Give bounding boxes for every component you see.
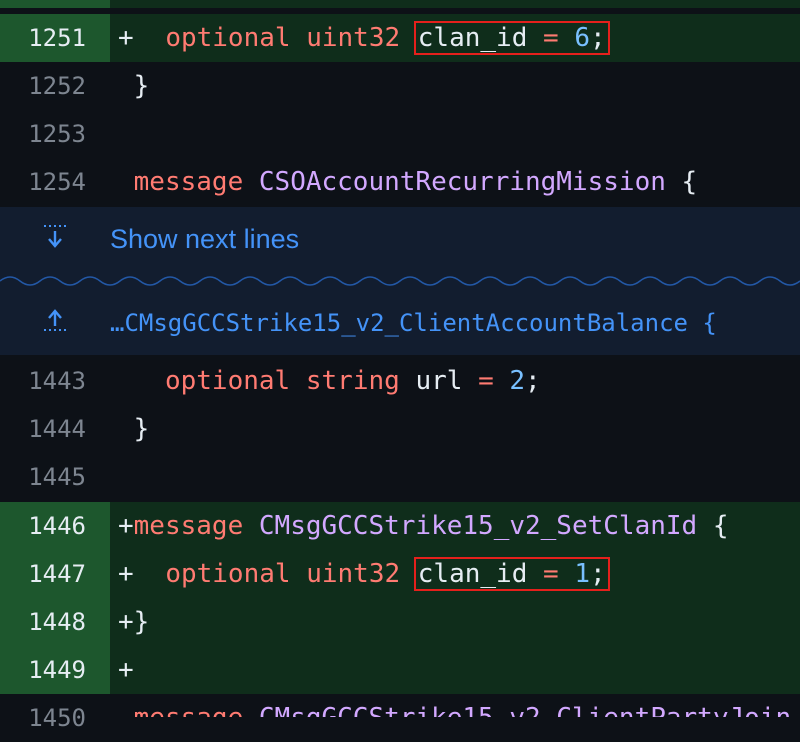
field-number: 1 <box>574 559 590 589</box>
added-marker: + <box>118 655 134 685</box>
line-code: +} <box>110 598 800 646</box>
message-name: CMsgGCCStrike15_v2_SetClanId <box>258 511 698 541</box>
line-code <box>110 453 800 501</box>
semicolon: ; <box>525 366 541 396</box>
expand-up-icon[interactable] <box>0 306 110 340</box>
diff-line-1254[interactable]: 1254 message CSOAccountRecurringMission … <box>0 158 800 206</box>
line-code: optional string url = 2; <box>110 357 800 405</box>
expand-down-icon[interactable] <box>0 222 110 256</box>
diff-line-partial-top <box>0 0 800 8</box>
added-marker: + <box>118 559 134 589</box>
line-code: +message CMsgGCCStrike15_v2_SetClanId { <box>110 502 800 550</box>
operator: = <box>543 23 559 53</box>
line-code: message CMsgGCCStrike15_v2_ClientPartyJo… <box>110 694 800 717</box>
field-number: 6 <box>574 23 590 53</box>
line-number[interactable]: 1446 <box>0 502 110 550</box>
line-number[interactable]: 1444 <box>0 405 110 453</box>
line-number[interactable]: 1450 <box>0 694 110 732</box>
diff-line-1443[interactable]: 1443 optional string url = 2; <box>0 357 800 405</box>
type-keyword: string <box>305 366 400 396</box>
semicolon: ; <box>589 23 606 53</box>
keyword: optional <box>165 23 291 53</box>
diff-line-1253[interactable]: 1253 <box>0 110 800 158</box>
line-number[interactable]: 1254 <box>0 158 110 206</box>
added-marker: + <box>118 511 134 541</box>
expand-up-hunk-row[interactable]: …CMsgGCCStrike15_v2_ClientAccountBalance… <box>0 291 800 355</box>
closing-brace: } <box>133 414 150 444</box>
line-number[interactable]: 1448 <box>0 598 110 646</box>
line-code: } <box>110 405 800 453</box>
keyword: message <box>133 167 244 197</box>
line-number[interactable]: 1449 <box>0 646 110 694</box>
line-code: + optional uint32 clan_id = 6; <box>110 14 800 62</box>
keyword: message <box>133 511 244 541</box>
line-code: + <box>110 646 800 694</box>
keyword: optional <box>165 559 291 589</box>
diff-line-1251[interactable]: 1251 + optional uint32 clan_id = 6; <box>0 14 800 62</box>
diff-line-1445[interactable]: 1445 <box>0 453 800 501</box>
field-name: url <box>415 366 463 396</box>
diff-line-1449[interactable]: 1449 + <box>0 646 800 694</box>
line-number[interactable]: 1447 <box>0 550 110 598</box>
hunk-separator-wave <box>0 271 800 291</box>
operator: = <box>478 366 494 396</box>
line-code <box>110 110 800 158</box>
line-number[interactable]: 1251 <box>0 14 110 62</box>
field-number: 2 <box>509 366 526 396</box>
diff-line-1444[interactable]: 1444 } <box>0 405 800 453</box>
expand-next-lines-row[interactable]: Show next lines <box>0 207 800 271</box>
diff-line-1447[interactable]: 1447 + optional uint32 clan_id = 1; <box>0 550 800 598</box>
diff-line-1252[interactable]: 1252 } <box>0 62 800 110</box>
line-number[interactable]: 1445 <box>0 453 110 501</box>
type-keyword: uint32 <box>306 559 401 589</box>
closing-brace: } <box>133 71 150 101</box>
show-next-lines-link[interactable]: Show next lines <box>110 224 299 255</box>
field-name: clan_id <box>417 559 528 589</box>
closing-brace: } <box>133 607 150 637</box>
line-code: + optional uint32 clan_id = 1; <box>110 550 800 598</box>
diff-line-1450[interactable]: 1450 message CMsgGCCStrike15_v2_ClientPa… <box>0 694 800 732</box>
open-brace: { <box>681 167 698 197</box>
highlight-box-clan-id-6: clan_id = 6; <box>413 21 610 55</box>
message-name: CMsgGCCStrike15_v2_ClientPartyJoin <box>259 703 791 717</box>
type-keyword: uint32 <box>306 23 401 53</box>
line-number[interactable]: 1253 <box>0 110 110 158</box>
keyword: optional <box>164 366 291 396</box>
open-brace: { <box>712 511 729 541</box>
semicolon: ; <box>589 559 606 589</box>
keyword: message <box>134 703 244 717</box>
line-number[interactable]: 1443 <box>0 357 110 405</box>
hunk-header[interactable]: …CMsgGCCStrike15_v2_ClientAccountBalance… <box>110 309 717 337</box>
added-marker: + <box>118 607 134 637</box>
line-code: message CSOAccountRecurringMission { <box>110 158 800 206</box>
message-name: CSOAccountRecurringMission <box>258 167 666 197</box>
added-marker: + <box>118 23 134 53</box>
line-number[interactable]: 1252 <box>0 62 110 110</box>
diff-line-1448[interactable]: 1448 +} <box>0 598 800 646</box>
operator: = <box>543 559 559 589</box>
diff-line-1446[interactable]: 1446 +message CMsgGCCStrike15_v2_SetClan… <box>0 502 800 550</box>
line-code: } <box>110 62 800 110</box>
field-name: clan_id <box>417 23 528 53</box>
highlight-box-clan-id-1: clan_id = 1; <box>413 557 610 591</box>
